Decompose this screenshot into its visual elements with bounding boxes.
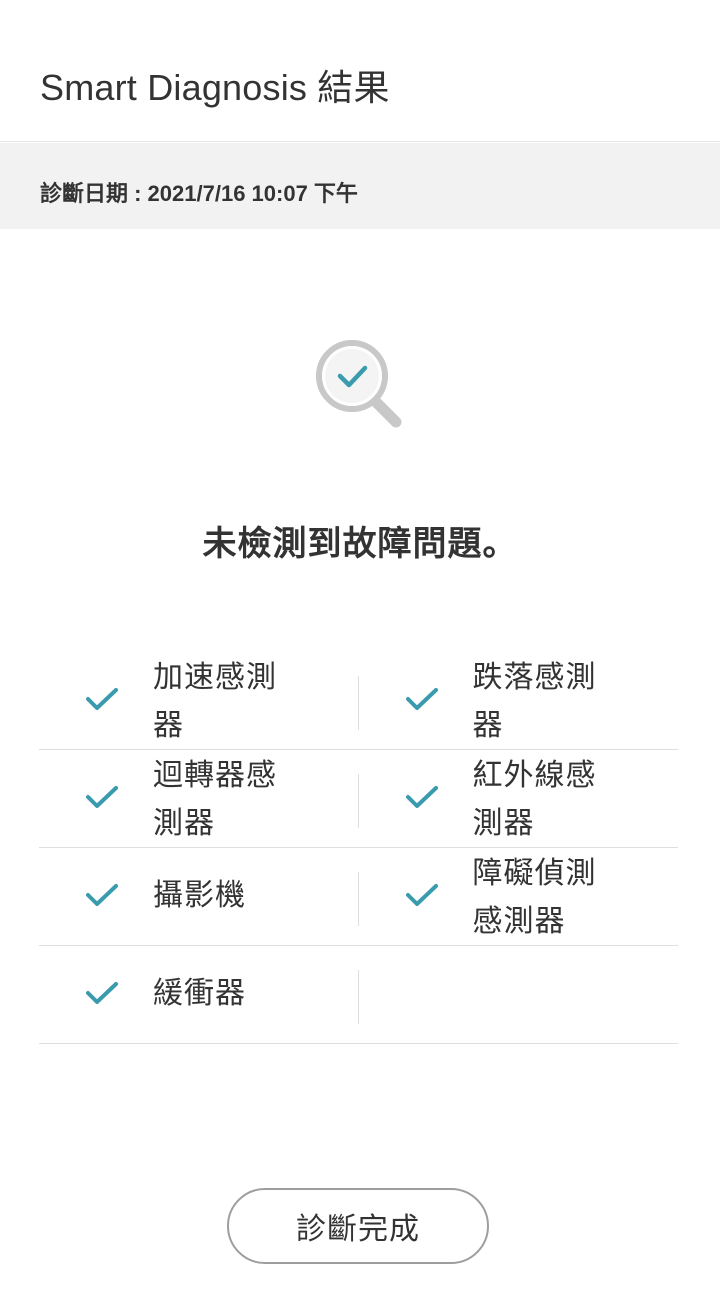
check-item-empty [359,946,679,1043]
diagnosis-done-button[interactable]: 診斷完成 [227,1188,489,1264]
check-icon [405,786,438,808]
check-icon [86,982,118,1004]
check-item-label: 緩衝器 [153,977,246,1010]
diagnosis-date: 診斷日期 : 2021/7/16 10:07 下午 [40,181,358,206]
check-icon [405,688,438,710]
magnifier-check-icon [316,340,402,428]
check-item-fall-sensor: 跌落感測器 [359,652,679,749]
check-item-label: 跌落感測器 [472,661,597,742]
check-item-label: 加速感測器 [153,661,277,742]
check-row: 迴轉器感測器 紅外線感測器 [39,750,678,848]
app-header: Smart Diagnosis 結果 [0,0,720,142]
check-item-label: 迴轉器感測器 [153,759,277,840]
check-row: 攝影機 障礙偵測感測器 [39,848,678,946]
check-icon [86,688,118,710]
check-row: 加速感測器 跌落感測器 [39,652,678,750]
check-icon [405,884,438,906]
check-item-gyroscope: 迴轉器感測器 [39,750,359,847]
check-item-bumper: 緩衝器 [39,946,359,1043]
check-icon [86,786,118,808]
check-icon [86,884,118,906]
check-row: 緩衝器 [39,946,678,1044]
check-item-obstacle-sensor: 障礙偵測感測器 [359,848,679,945]
check-item-label: 障礙偵測感測器 [472,857,597,938]
check-item-label: 紅外線感測器 [472,759,597,840]
check-item-infrared-sensor: 紅外線感測器 [359,750,679,847]
sensor-check-grid: 加速感測器 跌落感測器 迴轉器感測器 紅外線感測器 攝影機 障礙偵測感測器 緩衝… [39,652,678,1044]
check-item-camera: 攝影機 [39,848,359,945]
check-item-label: 攝影機 [153,879,246,912]
page-title: Smart Diagnosis 結果 [40,67,390,108]
check-item-accelerometer: 加速感測器 [39,652,359,749]
result-message: 未檢測到故障問題。 [202,525,518,563]
